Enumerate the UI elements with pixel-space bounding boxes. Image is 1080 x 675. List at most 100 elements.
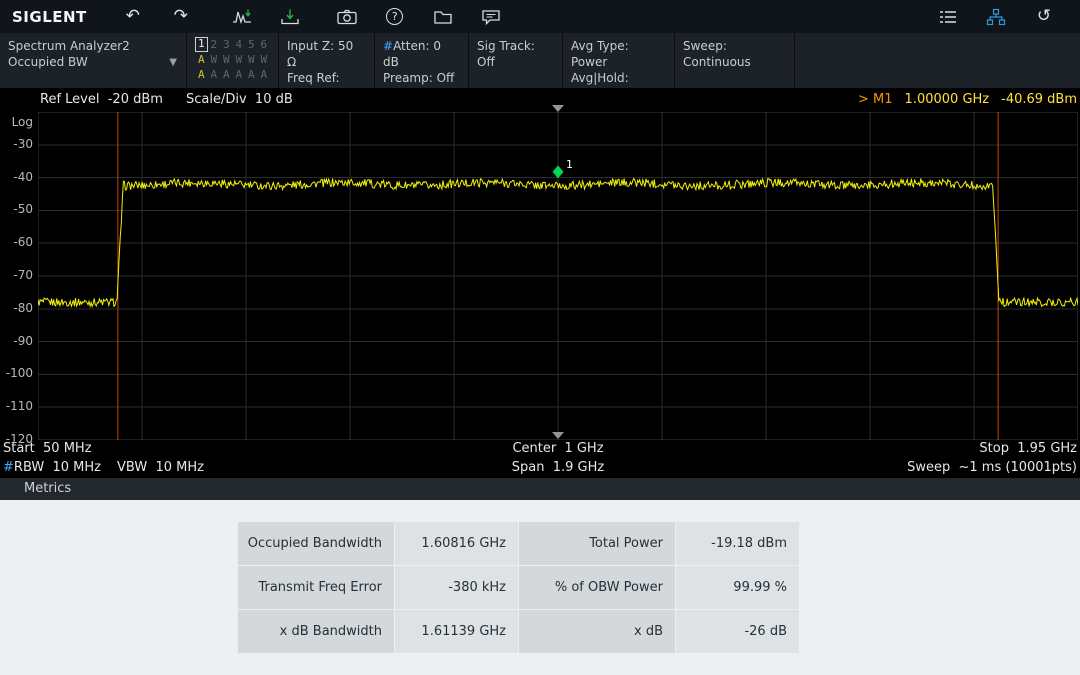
trace-detector: A — [245, 67, 258, 82]
trace-detector: A — [195, 67, 208, 82]
preamp-status: Preamp: Off — [383, 70, 460, 86]
top-toolbar: SIGLENT ↶ ↷ ? — [0, 0, 1080, 33]
ref-level-readout: Ref Level -20 dBm — [40, 92, 163, 107]
table-row: x dB Bandwidth 1.61139 GHz x dB -26 dB — [238, 610, 799, 653]
folder-icon — [433, 8, 453, 26]
chevron-down-icon: ▼ — [169, 55, 177, 71]
redo-button[interactable]: ↷ — [168, 4, 194, 30]
center-freq-top-indicator — [552, 105, 564, 112]
marker-freq-value: 1.00000 GHz — [905, 92, 990, 107]
signal-peaks-icon — [232, 8, 252, 26]
avg-trig-cell[interactable]: Avg Type: Power Avg|Hold: >20/20 Trig: F… — [562, 33, 674, 88]
redo-icon: ↷ — [174, 8, 188, 25]
metric-value: 99.99 % — [676, 566, 799, 609]
trace-type: W — [208, 52, 221, 67]
menu-list-button[interactable] — [935, 4, 961, 30]
trace-number: 6 — [258, 37, 270, 52]
stop-freq-label: Stop 1.95 GHz — [979, 441, 1077, 456]
atten-settings-cell[interactable]: #Atten: 0 dB Preamp: Off — [374, 33, 468, 88]
table-row: Occupied Bandwidth 1.60816 GHz Total Pow… — [238, 522, 799, 565]
tab-metrics[interactable]: Metrics — [0, 478, 1080, 500]
spectrum-analyzer-screen: SIGLENT ↶ ↷ ? — [0, 0, 1080, 675]
lan-network-icon — [986, 8, 1006, 26]
trace-type-row: A W W W W W — [195, 52, 270, 67]
rbw-hash: # — [3, 460, 14, 475]
y-scale-type-label: Log — [12, 115, 33, 129]
trace-status-panel[interactable]: 1 2 3 4 5 6 A W W W W W A A A A A A — [186, 33, 278, 88]
network-button[interactable] — [983, 4, 1009, 30]
trace-number: 2 — [208, 37, 220, 52]
measure-signal-button[interactable] — [229, 4, 255, 30]
trace-detector: A — [220, 67, 233, 82]
trace-type: W — [245, 52, 258, 67]
list-icon — [938, 9, 958, 25]
marker-level-value: -40.69 dBm — [1001, 92, 1077, 107]
metric-label: x dB — [519, 610, 675, 653]
mode-line2: Occupied BW — [8, 54, 178, 70]
metric-value: -380 kHz — [395, 566, 518, 609]
help-icon: ? — [386, 8, 403, 25]
file-browser-button[interactable] — [430, 4, 456, 30]
marker-readout: > M1 1.00000 GHz -40.69 dBm — [858, 92, 1077, 107]
y-tick-label: -90 — [13, 334, 33, 348]
atten-status: #Atten: 0 dB — [383, 38, 460, 70]
atten-hash: # — [383, 39, 393, 53]
screenshot-button[interactable] — [334, 4, 360, 30]
metric-label: Occupied Bandwidth — [238, 522, 394, 565]
trace-detector-row: A A A A A A — [195, 67, 270, 82]
status-menubar: Spectrum Analyzer2 Occupied BW ▼ 1 2 3 4… — [0, 33, 1080, 88]
trace-type: W — [258, 52, 271, 67]
camera-icon — [336, 8, 358, 26]
table-row: Transmit Freq Error -380 kHz % of OBW Po… — [238, 566, 799, 609]
avg-type-status: Avg Type: Power — [571, 38, 666, 70]
trace-number: 3 — [220, 37, 232, 52]
sweep-mode-status: Sweep: Continuous — [683, 38, 786, 70]
menubar-filler — [794, 33, 1080, 88]
download-tray-icon — [280, 8, 300, 26]
trace-type: A — [195, 52, 208, 67]
measurement-display: Ref Level -20 dBm Scale/Div 10 dB > M1 1.… — [0, 88, 1080, 478]
metric-label: Total Power — [519, 522, 675, 565]
trace-number: 5 — [245, 37, 257, 52]
input-settings-cell[interactable]: Input Z: 50 Ω Freq Ref: Ext(S) — [278, 33, 374, 88]
y-tick-label: -40 — [13, 170, 33, 184]
undo-button[interactable]: ↶ — [120, 4, 146, 30]
y-axis-labels: Log -30 -40 -50 -60 -70 -80 -90 -100 -11… — [0, 112, 36, 440]
sweep-mode-cell[interactable]: Sweep: Continuous — [674, 33, 794, 88]
mode-select[interactable]: Spectrum Analyzer2 Occupied BW ▼ — [0, 33, 186, 88]
frequency-annotation-row: Start 50 MHz Center 1 GHz Stop 1.95 GHz — [0, 440, 1080, 458]
center-freq-bottom-indicator — [552, 432, 564, 439]
input-z-status: Input Z: 50 Ω — [287, 38, 366, 70]
chat-bubble-icon — [481, 8, 501, 26]
trace-type: W — [220, 52, 233, 67]
y-tick-label: -70 — [13, 268, 33, 282]
trace-detector: A — [233, 67, 246, 82]
siglent-logo: SIGLENT — [12, 8, 87, 26]
sig-track-cell[interactable]: Sig Track: Off — [468, 33, 562, 88]
trace-type: W — [233, 52, 246, 67]
history-reset-button[interactable]: ↺ — [1031, 4, 1057, 30]
trace-numbers-row: 1 2 3 4 5 6 — [195, 37, 270, 52]
message-log-button[interactable] — [478, 4, 504, 30]
undo-icon: ↶ — [126, 8, 140, 25]
y-tick-label: -80 — [13, 301, 33, 315]
spectrum-plot[interactable]: 1 — [38, 112, 1078, 440]
spectrum-trace-svg: 1 — [38, 112, 1078, 440]
help-button[interactable]: ? — [382, 4, 408, 30]
y-tick-label: -110 — [6, 399, 33, 413]
bandwidth-annotation-row: #RBW 10 MHzVBW 10 MHz Span 1.9 GHz Sweep… — [0, 459, 1080, 478]
marker-id-label: > M1 — [858, 92, 893, 107]
metric-value: -19.18 dBm — [676, 522, 799, 565]
y-tick-label: -60 — [13, 235, 33, 249]
center-freq-label: Center 1 GHz — [38, 441, 1078, 456]
y-tick-label: -30 — [13, 137, 33, 151]
metric-label: % of OBW Power — [519, 566, 675, 609]
mode-line1: Spectrum Analyzer2 — [8, 38, 178, 54]
trace-number: 4 — [233, 37, 245, 52]
metrics-panel: Occupied Bandwidth 1.60816 GHz Total Pow… — [0, 500, 1080, 675]
metrics-tab-label: Metrics — [24, 481, 71, 496]
scale-div-readout: Scale/Div 10 dB — [186, 92, 293, 107]
trace-detector: A — [258, 67, 271, 82]
save-trace-button[interactable] — [277, 4, 303, 30]
y-tick-label: -50 — [13, 202, 33, 216]
